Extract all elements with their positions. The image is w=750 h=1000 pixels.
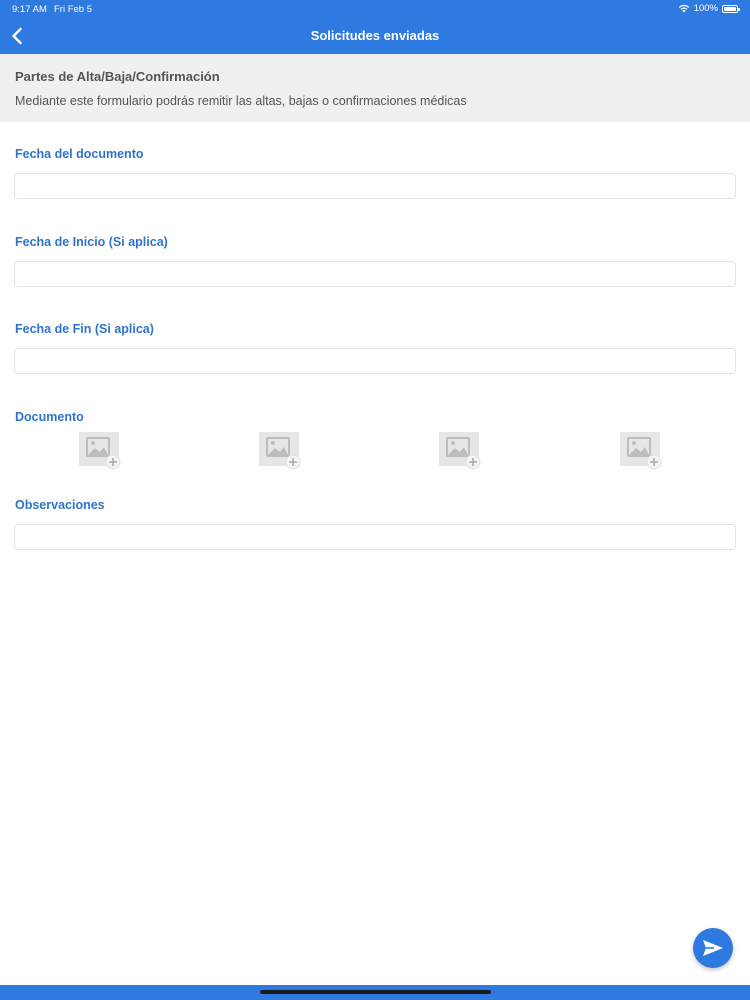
fecha-inicio-field[interactable] xyxy=(14,261,736,287)
document-slot-3[interactable] xyxy=(439,432,483,470)
status-date: Fri Feb 5 xyxy=(54,4,93,15)
battery-icon xyxy=(722,4,740,13)
add-image-icon xyxy=(259,432,301,470)
screen: 9:17 AM Fri Feb 5 100% Solicitudes envia… xyxy=(0,0,750,1000)
fecha-documento-field[interactable] xyxy=(14,173,736,199)
add-image-icon xyxy=(79,432,121,470)
top-bar: 9:17 AM Fri Feb 5 100% Solicitudes envia… xyxy=(0,0,750,54)
observaciones-label: Observaciones xyxy=(15,498,105,512)
documento-label: Documento xyxy=(15,410,84,424)
fecha-fin-label: Fecha de Fin (Si aplica) xyxy=(15,322,154,336)
add-image-icon xyxy=(439,432,481,470)
send-icon xyxy=(703,940,723,956)
intro-panel: Partes de Alta/Baja/Confirmación Mediant… xyxy=(0,54,750,122)
observaciones-field[interactable] xyxy=(14,524,736,550)
nav-bar: Solicitudes enviadas xyxy=(0,18,750,54)
add-image-icon xyxy=(620,432,662,470)
fecha-fin-field[interactable] xyxy=(14,348,736,374)
document-slot-4[interactable] xyxy=(620,432,664,470)
send-button[interactable] xyxy=(693,928,733,968)
wifi-icon xyxy=(678,4,689,13)
status-time: 9:17 AM xyxy=(12,4,47,15)
document-slot-1[interactable] xyxy=(79,432,123,470)
home-indicator[interactable] xyxy=(260,990,491,994)
intro-description: Mediante este formulario podrás remitir … xyxy=(15,94,467,108)
page-title: Solicitudes enviadas xyxy=(310,28,440,43)
intro-title: Partes de Alta/Baja/Confirmación xyxy=(15,69,220,84)
document-slot-2[interactable] xyxy=(259,432,303,470)
battery-percent: 100% xyxy=(693,3,718,14)
status-bar: 9:17 AM Fri Feb 5 100% xyxy=(0,0,750,18)
fecha-inicio-label: Fecha de Inicio (Si aplica) xyxy=(15,235,168,249)
fecha-documento-label: Fecha del documento xyxy=(15,147,144,161)
status-right: 100% xyxy=(678,3,740,14)
